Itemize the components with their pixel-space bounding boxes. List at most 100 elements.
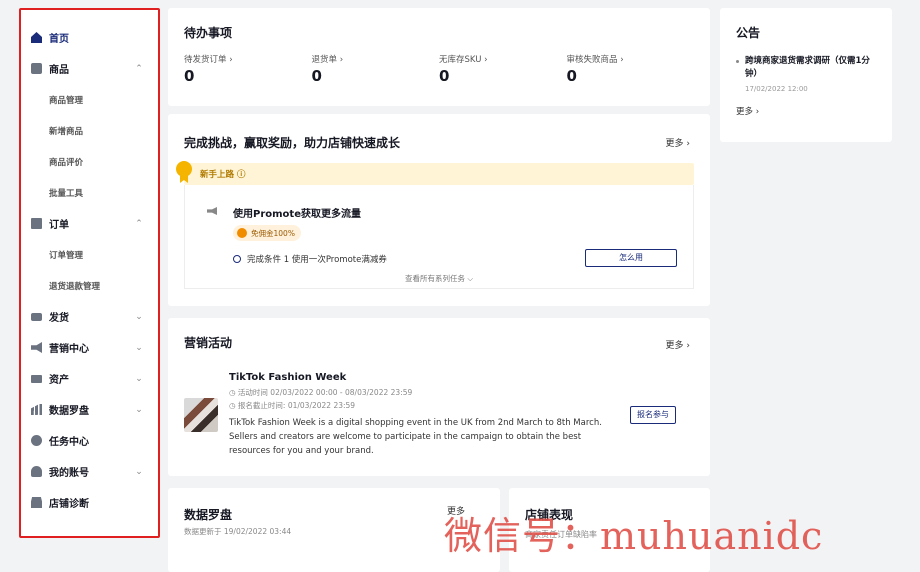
beginner-banner: 新手上路 ⓘ [176,161,694,185]
data-updated-time: 数据更新于 19/02/2022 03:44 [184,527,292,536]
event-deadline: ◷ 报名截止时间: 01/03/2022 23:59 [229,401,356,410]
sidebar-subitem[interactable]: 商品管理 [21,84,158,115]
wallet-icon [31,374,42,383]
task-condition-text: 完成条件 1 使用一次Promote满减券 [247,255,387,265]
sidebar-subitem[interactable]: 退货退款管理 [21,270,158,301]
coin-icon [237,228,247,238]
sidebar-item-label: 商品评价 [49,157,84,168]
sidebar-item-label: 订单 [49,220,69,231]
sidebar-item[interactable]: 首页 [21,22,158,53]
marketing-more-link[interactable]: 更多 › [666,338,690,351]
todo-label: 无库存SKU › [439,55,488,65]
event-description: TikTok Fashion Week is a digital shoppin… [229,418,602,456]
chevron-down-icon[interactable]: ⌄ [134,374,144,384]
sidebar-item-label: 新增商品 [49,126,84,137]
todo-value: 0 [311,67,322,85]
challenge-card: 完成挑战，赢取奖励，助力店铺快速成长 更多 › 新手上路 ⓘ 使用Promote… [168,114,710,306]
product-icon [31,63,42,74]
sidebar-item-label: 发货 [49,313,69,324]
todo-label: 审核失败商品 › [566,55,624,65]
sidebar-item-label: 商品管理 [49,95,84,106]
task-condition: 完成条件 1 使用一次Promote满减券 [233,253,387,265]
sidebar-item-label: 我的账号 [49,468,89,479]
todo-item-pending-shipment[interactable]: 待发货订单 › 0 [184,53,312,85]
circle-check-icon [233,255,241,263]
marketing-title: 营销活动 [184,336,233,350]
commission-badge-label: 免佣金100% [251,228,295,238]
join-event-button[interactable]: 报名参与 [630,406,676,424]
task-box: 使用Promote获取更多流量 免佣金100% 完成条件 1 使用一次Promo… [184,185,694,289]
sidebar-item[interactable]: 订单 ⌃ [21,208,158,239]
sidebar-subitem[interactable]: 新增商品 [21,115,158,146]
sidebar-item-label: 首页 [49,34,69,45]
todo-label: 待发货订单 › [184,55,233,65]
todo-item-review-failed[interactable]: 审核失败商品 › 0 [567,53,695,85]
data-compass-title: 数据罗盘 [184,508,233,522]
sidebar-subitem[interactable]: 批量工具 [21,177,158,208]
sidebar-item-label: 商品 [49,65,69,76]
event-thumbnail[interactable] [184,398,218,432]
banner-label: 新手上路 ⓘ [200,170,246,180]
todo-grid: 待发货订单 › 0 退货单 › 0 无库存SKU › 0 审核失败商品 › 0 [184,53,694,85]
award-icon [176,161,192,177]
todo-value: 0 [566,67,577,85]
sidebar-item[interactable]: 店铺诊断 [21,487,158,518]
sidebar-item-label: 订单管理 [49,250,84,261]
sidebar-item[interactable]: 数据罗盘 ⌄ [21,394,158,425]
chevron-down-icon[interactable]: ⌄ [134,312,144,322]
sidebar-item-label: 店铺诊断 [49,499,89,510]
challenge-title: 完成挑战，赢取奖励，助力店铺快速成长 [184,136,401,150]
sidebar-item[interactable]: 我的账号 ⌄ [21,456,158,487]
sidebar-item-label: 任务中心 [49,437,89,448]
megaphone-icon [31,342,42,353]
event-time: ◷ 活动时间 02/03/2022 00:00 - 08/03/2022 23:… [229,388,413,397]
notice-card: 公告 跨境商家退货需求调研（仅需1分钟） 17/02/2022 12:00 更多… [720,8,892,142]
chart-icon [31,404,42,415]
sidebar-item[interactable]: 任务中心 [21,425,158,456]
notice-item[interactable]: 跨境商家退货需求调研（仅需1分钟） 17/02/2022 12:00 [736,55,876,93]
view-all-tasks-link[interactable]: 查看所有系列任务 ⌵ [185,273,693,284]
challenge-more-link[interactable]: 更多 › [666,136,690,149]
sidebar-item[interactable]: 发货 ⌄ [21,301,158,332]
chevron-up-icon[interactable]: ⌃ [134,219,144,229]
order-icon [31,218,42,229]
home-icon [31,32,42,43]
sidebar-item-label: 退货退款管理 [49,281,101,292]
notice-item-date: 17/02/2022 12:00 [745,85,808,93]
todo-value: 0 [184,67,195,85]
sidebar-item-label: 批量工具 [49,188,84,199]
marketing-card: 营销活动 更多 › TikTok Fashion Week ◷ 活动时间 02/… [168,318,710,476]
sidebar-item[interactable]: 营销中心 ⌄ [21,332,158,363]
todo-value: 0 [439,67,450,85]
sidebar: 首页 商品 ⌃ 商品管理 新增商品 商品评价 批量工具 订单 ⌃ 订单管理 退货退款管理 发货 ⌄ 营销中… [19,8,160,538]
event-info: TikTok Fashion Week ◷ 活动时间 02/03/2022 00… [229,372,629,458]
megaphone-icon [207,207,217,215]
chevron-down-icon[interactable]: ⌄ [134,467,144,477]
notice-title: 公告 [736,26,761,40]
event-name[interactable]: TikTok Fashion Week [229,372,629,383]
sidebar-subitem[interactable]: 订单管理 [21,239,158,270]
task-title: 使用Promote获取更多流量 [233,209,361,220]
todo-card: 待办事项 待发货订单 › 0 退货单 › 0 无库存SKU › 0 审核失败商品… [168,8,710,106]
commission-badge: 免佣金100% [233,225,301,241]
chevron-down-icon[interactable]: ⌄ [134,405,144,415]
shop-icon [31,497,42,508]
todo-label: 退货单 › [311,55,344,65]
sidebar-nav: 首页 商品 ⌃ 商品管理 新增商品 商品评价 批量工具 订单 ⌃ 订单管理 退货退款管理 发货 ⌄ 营销中… [21,10,158,518]
chevron-down-icon[interactable]: ⌄ [134,343,144,353]
todo-item-out-of-stock[interactable]: 无库存SKU › 0 [439,53,567,85]
sidebar-item[interactable]: 资产 ⌄ [21,363,158,394]
truck-icon [31,312,42,321]
medal-icon [31,435,42,446]
user-icon [31,466,42,477]
chevron-up-icon[interactable]: ⌃ [134,64,144,74]
how-to-use-button[interactable]: 怎么用 [585,249,677,267]
sidebar-item-label: 资产 [49,375,69,386]
sidebar-item-label: 数据罗盘 [49,406,89,417]
sidebar-item[interactable]: 商品 ⌃ [21,53,158,84]
todo-item-returns[interactable]: 退货单 › 0 [312,53,440,85]
sidebar-subitem[interactable]: 商品评价 [21,146,158,177]
sidebar-item-label: 营销中心 [49,344,89,355]
todo-title: 待办事项 [184,26,233,40]
notice-more-link[interactable]: 更多 › [736,105,876,117]
